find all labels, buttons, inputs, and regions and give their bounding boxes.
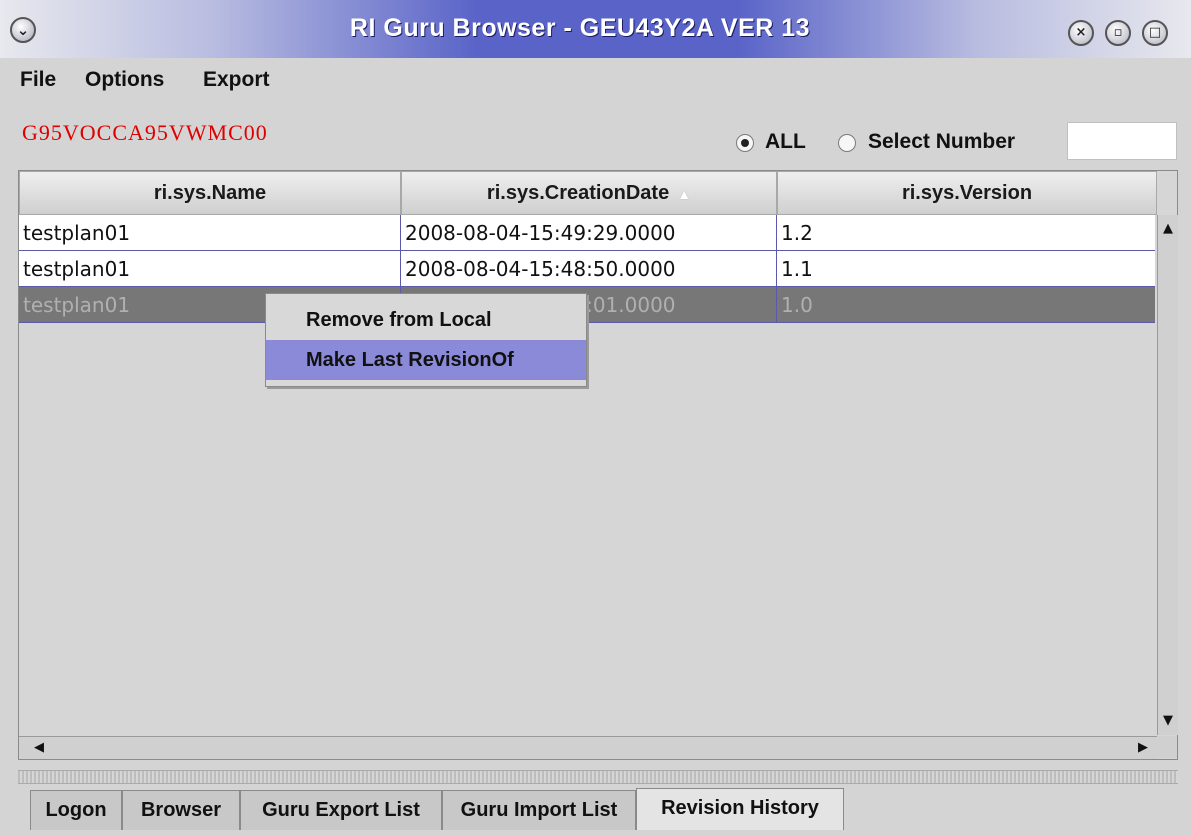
sort-ascending-icon: ▲	[677, 186, 692, 202]
tab-browser[interactable]: Browser	[122, 790, 240, 830]
window-menu-button[interactable]: ⌄	[10, 17, 36, 43]
radio-select-number[interactable]	[838, 134, 856, 152]
scroll-up-icon[interactable]: ▲	[1158, 219, 1178, 239]
context-menu: Remove from Local Make Last RevisionOf	[265, 293, 587, 387]
menu-bar: File Options Export	[0, 64, 1191, 100]
menu-options[interactable]: Options	[85, 68, 164, 92]
scroll-left-icon[interactable]: ◀	[29, 738, 49, 758]
maximize-icon: □	[1148, 25, 1162, 40]
radio-all[interactable]	[736, 134, 754, 152]
column-header-label: ri.sys.CreationDate	[486, 182, 670, 204]
menu-file[interactable]: File	[20, 68, 56, 92]
column-header-label: ri.sys.Version	[901, 182, 1033, 204]
column-header-creation-date[interactable]: ri.sys.CreationDate ▲	[401, 171, 777, 215]
tab-guru-import-list[interactable]: Guru Import List	[442, 790, 636, 830]
scroll-right-icon[interactable]: ▶	[1133, 738, 1153, 758]
cell-name: testplan01	[19, 215, 401, 251]
cell-version: 1.0	[781, 293, 813, 317]
close-icon: ×	[1075, 25, 1087, 40]
table-row-selected[interactable]: testplan01 2008-08-04-15:45:01.0000 1.0	[19, 287, 1155, 323]
column-header-label: ri.sys.Name	[153, 182, 267, 204]
cell-version: 1.2	[781, 221, 813, 245]
table-header: ri.sys.Name ri.sys.CreationDate ▲ ri.sys.…	[19, 171, 1157, 215]
menu-export[interactable]: Export	[203, 68, 270, 92]
minimize-button[interactable]: ▫	[1105, 20, 1131, 46]
minimize-icon: ▫	[1113, 25, 1123, 40]
horizontal-scrollbar[interactable]: ◀ ▶	[19, 736, 1157, 759]
close-button[interactable]: ×	[1068, 20, 1094, 46]
scroll-down-icon[interactable]: ▼	[1158, 711, 1178, 731]
column-header-version[interactable]: ri.sys.Version	[777, 171, 1157, 215]
cell-creation-date: 2008-08-04-15:49:29.0000	[401, 215, 777, 251]
cell-version: 1.1	[781, 257, 813, 281]
maximize-button[interactable]: □	[1142, 20, 1168, 46]
window-title: RI Guru Browser - GEU43Y2A VER 13	[349, 14, 811, 42]
revision-table: ri.sys.Name ri.sys.CreationDate ▲ ri.sys.…	[18, 170, 1178, 760]
table-row[interactable]: testplan01 2008-08-04-15:48:50.0000 1.1	[19, 251, 1155, 287]
title-bar[interactable]: ⌄ RI Guru Browser - GEU43Y2A VER 13 × ▫ …	[0, 0, 1191, 58]
vertical-scrollbar[interactable]: ▲ ▼	[1157, 215, 1178, 735]
chevron-down-icon: ⌄	[16, 21, 30, 39]
panel-splitter[interactable]	[18, 770, 1178, 784]
scrollbar-corner	[1157, 736, 1177, 758]
cell-name: testplan01	[19, 251, 401, 287]
radio-select-number-label[interactable]: Select Number	[868, 130, 1015, 154]
column-header-name[interactable]: ri.sys.Name	[19, 171, 401, 215]
menu-item-make-last-revision-of[interactable]: Make Last RevisionOf	[266, 340, 586, 380]
tab-revision-history[interactable]: Revision History	[636, 788, 844, 830]
app-window: ⌄ RI Guru Browser - GEU43Y2A VER 13 × ▫ …	[0, 0, 1191, 835]
table-row[interactable]: testplan01 2008-08-04-15:49:29.0000 1.2	[19, 215, 1155, 251]
tab-logon[interactable]: Logon	[30, 790, 122, 830]
cell-creation-date: 2008-08-04-15:48:50.0000	[401, 251, 777, 287]
tab-guru-export-list[interactable]: Guru Export List	[240, 790, 442, 830]
menu-item-remove-from-local[interactable]: Remove from Local	[266, 300, 586, 340]
radio-all-label[interactable]: ALL	[765, 130, 806, 154]
plan-id-label: G95VOCCA95VWMC00	[22, 120, 268, 145]
number-input[interactable]	[1067, 122, 1177, 160]
